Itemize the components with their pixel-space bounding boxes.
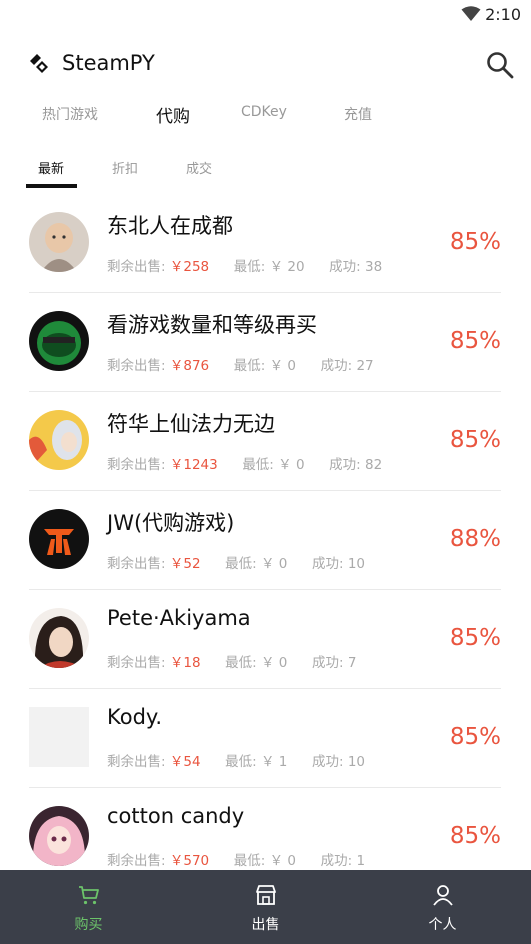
remaining-amount: ￥52: [169, 556, 201, 572]
avatar: [29, 212, 89, 272]
list-item[interactable]: Pete·Akiyama 剩余出售: ￥18 最低: ￥ 0 成功: 7 85%: [0, 590, 531, 689]
min-price: ￥ 20: [269, 259, 305, 275]
remaining-amount: ￥570: [169, 853, 210, 869]
success-count: 7: [347, 655, 357, 671]
list-item[interactable]: Kody. 剩余出售: ￥54 最低: ￥ 1 成功: 10 85%: [0, 689, 531, 788]
status-time: 2:10: [485, 5, 521, 24]
avatar-placeholder: [29, 707, 89, 767]
success-count: 38: [365, 259, 383, 275]
seller-stats: 剩余出售: ￥54 最低: ￥ 1 成功: 10: [107, 754, 366, 770]
status-bar: 2:10: [0, 0, 531, 30]
store-icon: [256, 885, 276, 905]
seller-stats: 剩余出售: ￥52 最低: ￥ 0 成功: 10: [107, 556, 366, 572]
remaining-amount: ￥54: [169, 754, 201, 770]
success-count: 10: [347, 556, 366, 572]
seller-stats: 剩余出售: ￥18 最低: ￥ 0 成功: 7: [107, 655, 357, 671]
list-item[interactable]: 东北人在成都 剩余出售: ￥258 最低: ￥ 20 成功: 38 85%: [0, 194, 531, 293]
cart-icon: [79, 886, 99, 905]
tab-purchase-agent[interactable]: 代购: [156, 102, 190, 127]
nav-profile[interactable]: 个人: [354, 870, 531, 944]
seller-stats: 剩余出售: ￥258 最低: ￥ 20 成功: 38: [107, 259, 383, 275]
app-title: SteamPY: [62, 51, 155, 75]
min-price: ￥ 0: [269, 358, 296, 374]
nav-sell[interactable]: 出售: [177, 870, 354, 944]
min-price: ￥ 0: [261, 556, 288, 572]
seller-name: JW(代购游戏): [107, 511, 235, 535]
success-count: 27: [356, 358, 374, 374]
seller-name: cotton candy: [107, 804, 245, 828]
sub-tabs: 最新 折扣 成交: [0, 158, 531, 192]
tab-recharge[interactable]: 充值: [344, 104, 372, 124]
remaining-amount: ￥18: [169, 655, 201, 671]
tab-hot-games[interactable]: 热门游戏: [42, 104, 98, 124]
list-item[interactable]: 看游戏数量和等级再买 剩余出售: ￥876 最低: ￥ 0 成功: 27 85%: [0, 293, 531, 392]
app-bar: SteamPY: [0, 44, 531, 88]
min-price: ￥ 0: [261, 655, 288, 671]
remaining-amount: ￥258: [169, 259, 210, 275]
seller-stats: 剩余出售: ￥876 最低: ￥ 0 成功: 27: [107, 358, 374, 374]
steampy-logo-icon: [30, 54, 48, 73]
min-price: ￥ 0: [269, 853, 296, 869]
success-count: 82: [365, 457, 383, 473]
seller-name: 看游戏数量和等级再买: [107, 313, 317, 337]
remaining-amount: ￥1243: [169, 457, 218, 473]
tab-cdkey[interactable]: CDKey: [241, 104, 287, 120]
subtab-indicator: [26, 184, 77, 188]
rate-percent: 85%: [449, 625, 501, 651]
nav-buy[interactable]: 购买: [0, 870, 177, 944]
subtab-deals[interactable]: 成交: [186, 158, 212, 177]
nav-label: 个人: [428, 917, 457, 933]
seller-name: Kody.: [107, 705, 163, 729]
seller-name: 符华上仙法力无边: [107, 412, 275, 436]
nav-label: 购买: [74, 917, 103, 933]
avatar: [29, 608, 89, 668]
success-count: 10: [347, 754, 366, 770]
seller-name: Pete·Akiyama: [107, 606, 251, 630]
avatar: [29, 509, 89, 569]
search-icon[interactable]: [485, 50, 515, 80]
rate-percent: 85%: [449, 328, 501, 354]
rate-percent: 88%: [449, 526, 501, 552]
seller-name: 东北人在成都: [107, 214, 233, 238]
rate-percent: 85%: [449, 427, 501, 453]
avatar: [29, 806, 89, 866]
rate-percent: 85%: [449, 724, 501, 750]
person-icon: [433, 885, 453, 906]
nav-label: 出售: [251, 917, 280, 933]
list-item[interactable]: JW(代购游戏) 剩余出售: ￥52 最低: ￥ 0 成功: 10 88%: [0, 491, 531, 590]
bottom-nav: 购买 出售 个人: [0, 870, 531, 944]
seller-stats: 剩余出售: ￥1243 最低: ￥ 0 成功: 82: [107, 457, 383, 473]
min-price: ￥ 0: [278, 457, 305, 473]
seller-stats: 剩余出售: ￥570 最低: ￥ 0 成功: 1: [107, 853, 366, 869]
min-price: ￥ 1: [261, 754, 288, 770]
wifi-icon: [461, 6, 481, 21]
avatar: [29, 311, 89, 371]
subtab-discount[interactable]: 折扣: [112, 158, 138, 177]
list-item[interactable]: 符华上仙法力无边 剩余出售: ￥1243 最低: ￥ 0 成功: 82 85%: [0, 392, 531, 491]
rate-percent: 85%: [449, 229, 501, 255]
top-tabs: 热门游戏 代购 CDKey 充值: [0, 104, 531, 134]
avatar: [29, 410, 89, 470]
rate-percent: 85%: [449, 823, 501, 849]
remaining-amount: ￥876: [169, 358, 210, 374]
success-count: 1: [356, 853, 366, 869]
subtab-latest[interactable]: 最新: [38, 158, 64, 177]
